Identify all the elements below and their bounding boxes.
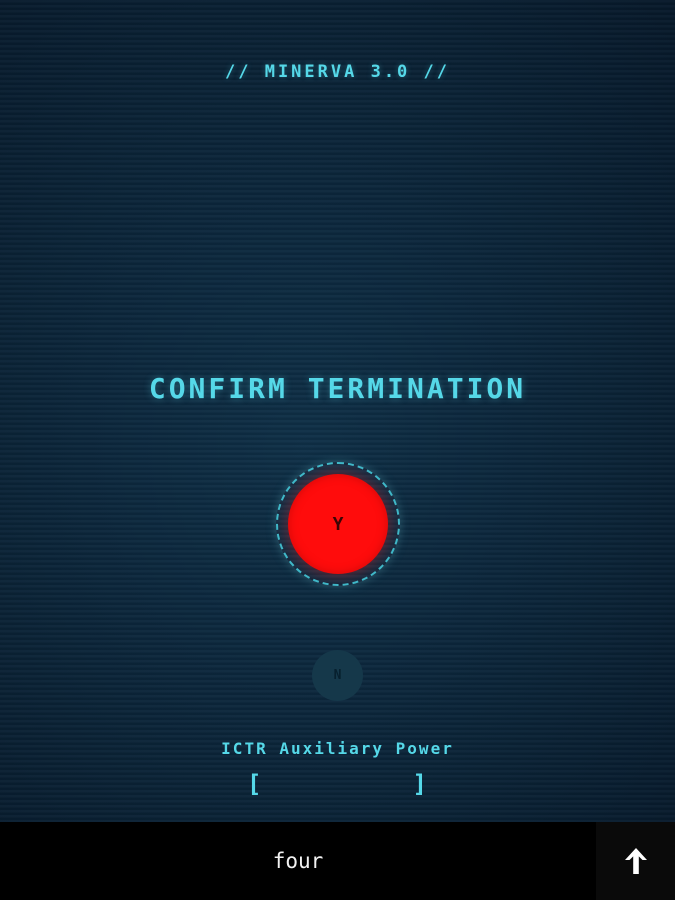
yes-button-label: Y [332, 513, 344, 535]
auxiliary-power-meter: [ ] [247, 770, 427, 802]
meter-bracket-right: ] [412, 770, 427, 798]
command-input[interactable] [0, 822, 596, 900]
arrow-up-icon [624, 848, 647, 874]
auxiliary-power-label: ICTR Auxiliary Power [221, 739, 454, 758]
yes-button[interactable]: Y [288, 474, 388, 574]
terminal-screen: // MINERVA 3.0 // CONFIRM TERMINATION Y … [0, 0, 675, 900]
no-button-label: N [333, 668, 342, 683]
input-bar [0, 822, 675, 900]
no-button[interactable]: N [312, 650, 363, 701]
app-title: // MINERVA 3.0 // [225, 62, 450, 82]
send-button[interactable] [596, 822, 675, 900]
meter-bracket-left: [ [247, 770, 262, 798]
confirm-termination-title: CONFIRM TERMINATION [148, 372, 527, 405]
